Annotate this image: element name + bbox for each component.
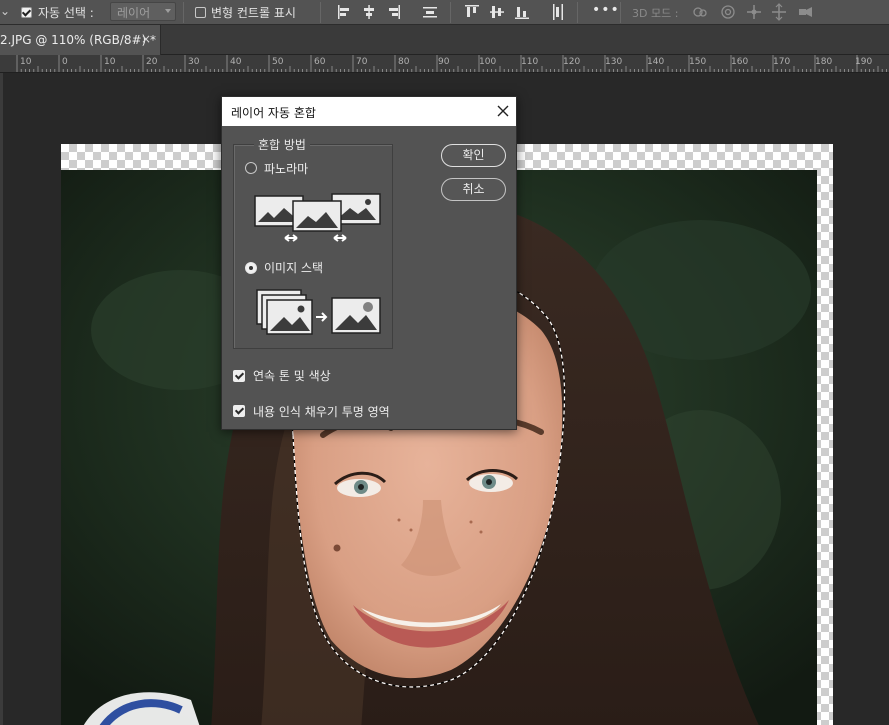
- image-stack-radio[interactable]: [245, 262, 257, 274]
- divider: [620, 2, 621, 23]
- image-stack-label: 이미지 스택: [264, 261, 324, 275]
- seamless-tones-checkbox[interactable]: [233, 370, 245, 382]
- ruler-label: 10: [104, 57, 116, 67]
- divider: [320, 2, 321, 23]
- auto-select-target-dropdown[interactable]: 레이어: [110, 2, 176, 21]
- close-tab-icon[interactable]: ×: [141, 32, 151, 46]
- ruler-label: 50: [272, 57, 284, 67]
- distribute-icon[interactable]: [422, 3, 438, 21]
- distribute-vertical-icon[interactable]: [550, 3, 566, 21]
- pan-3d-icon[interactable]: [746, 3, 762, 21]
- auto-select-target-value: 레이어: [117, 6, 151, 20]
- close-icon[interactable]: [495, 103, 511, 119]
- panorama-radio[interactable]: [245, 162, 257, 174]
- seamless-tones-label: 연속 톤 및 색상: [253, 369, 331, 383]
- document-tab-bar: 2.JPG @ 110% (RGB/8#) * ×: [0, 25, 889, 55]
- 3d-mode-label: 3D 모드 :: [632, 7, 679, 20]
- ruler-label: 0: [62, 57, 68, 67]
- roll-3d-icon[interactable]: [720, 3, 736, 21]
- ruler-label: 40: [230, 57, 242, 67]
- ruler-label: 180: [815, 57, 833, 67]
- divider: [450, 2, 451, 23]
- panorama-illustration: [254, 188, 384, 247]
- divider: [577, 2, 578, 23]
- ruler-label: 90: [438, 57, 450, 67]
- document-tab[interactable]: 2.JPG @ 110% (RGB/8#) * ×: [0, 25, 161, 55]
- show-transform-checkbox[interactable]: [195, 7, 206, 18]
- ruler-label: 30: [188, 57, 200, 67]
- auto-select-label: 자동 선택 :: [38, 6, 94, 20]
- align-right-icon[interactable]: [386, 3, 402, 21]
- auto-blend-layers-dialog: 레이어 자동 혼합 혼합 방법 파노라마 이미지 스택 확인 취소 연속 톤 및…: [221, 96, 517, 430]
- content-aware-fill-checkbox[interactable]: [233, 405, 245, 417]
- image-stack-illustration: [256, 289, 386, 342]
- align-left-icon[interactable]: [336, 3, 352, 21]
- ruler-label: 160: [731, 57, 749, 67]
- ruler-label: 100: [479, 57, 497, 67]
- ruler-label: 130: [605, 57, 623, 67]
- ruler-label: 20: [146, 57, 158, 67]
- ruler-label: 170: [773, 57, 791, 67]
- horizontal-ruler: 10 0 10 20 30 40 50 60 70 80 90 100 110 …: [0, 55, 889, 73]
- chevron-down-icon: [165, 9, 171, 13]
- dialog-title: 레이어 자동 혼합: [231, 106, 316, 120]
- dialog-titlebar[interactable]: 레이어 자동 혼합: [222, 97, 516, 126]
- align-horizontal-center-icon[interactable]: [361, 3, 377, 21]
- auto-select-checkbox[interactable]: [21, 7, 32, 18]
- ruler-label: 80: [398, 57, 410, 67]
- more-options-icon[interactable]: •••: [592, 2, 620, 18]
- blend-method-group: 혼합 방법 파노라마 이미지 스택: [233, 136, 393, 349]
- ruler-label: 120: [563, 57, 581, 67]
- align-bottom-icon[interactable]: [514, 3, 530, 21]
- orbit-3d-icon[interactable]: [692, 3, 708, 21]
- vertical-ruler: [0, 73, 3, 725]
- options-bar-edge: ⌄: [0, 4, 11, 18]
- divider: [183, 2, 184, 23]
- align-vertical-center-icon[interactable]: [489, 3, 505, 21]
- document-tab-title: 2.JPG @ 110% (RGB/8#) *: [0, 33, 157, 47]
- ruler-label: 150: [689, 57, 707, 67]
- show-transform-label: 변형 컨트롤 표시: [211, 6, 296, 20]
- slide-3d-icon[interactable]: [771, 3, 787, 21]
- ruler-label: 10: [20, 57, 32, 67]
- scale-3d-icon[interactable]: [797, 3, 813, 21]
- ruler-label: 70: [356, 57, 368, 67]
- ok-button[interactable]: 확인: [441, 144, 506, 167]
- options-bar: ⌄ 자동 선택 : 레이어 변형 컨트롤 표시 ••• 3D 모드 :: [0, 0, 889, 25]
- ruler-label: 110: [521, 57, 539, 67]
- ruler-label: 60: [314, 57, 326, 67]
- panorama-label: 파노라마: [264, 162, 309, 176]
- blend-method-legend: 혼합 방법: [254, 136, 310, 153]
- content-aware-fill-label: 내용 인식 채우기 투명 영역: [253, 405, 390, 419]
- cancel-button[interactable]: 취소: [441, 178, 506, 201]
- align-top-icon[interactable]: [464, 3, 480, 21]
- ruler-label: 140: [647, 57, 665, 67]
- ruler-label: 190: [855, 57, 873, 67]
